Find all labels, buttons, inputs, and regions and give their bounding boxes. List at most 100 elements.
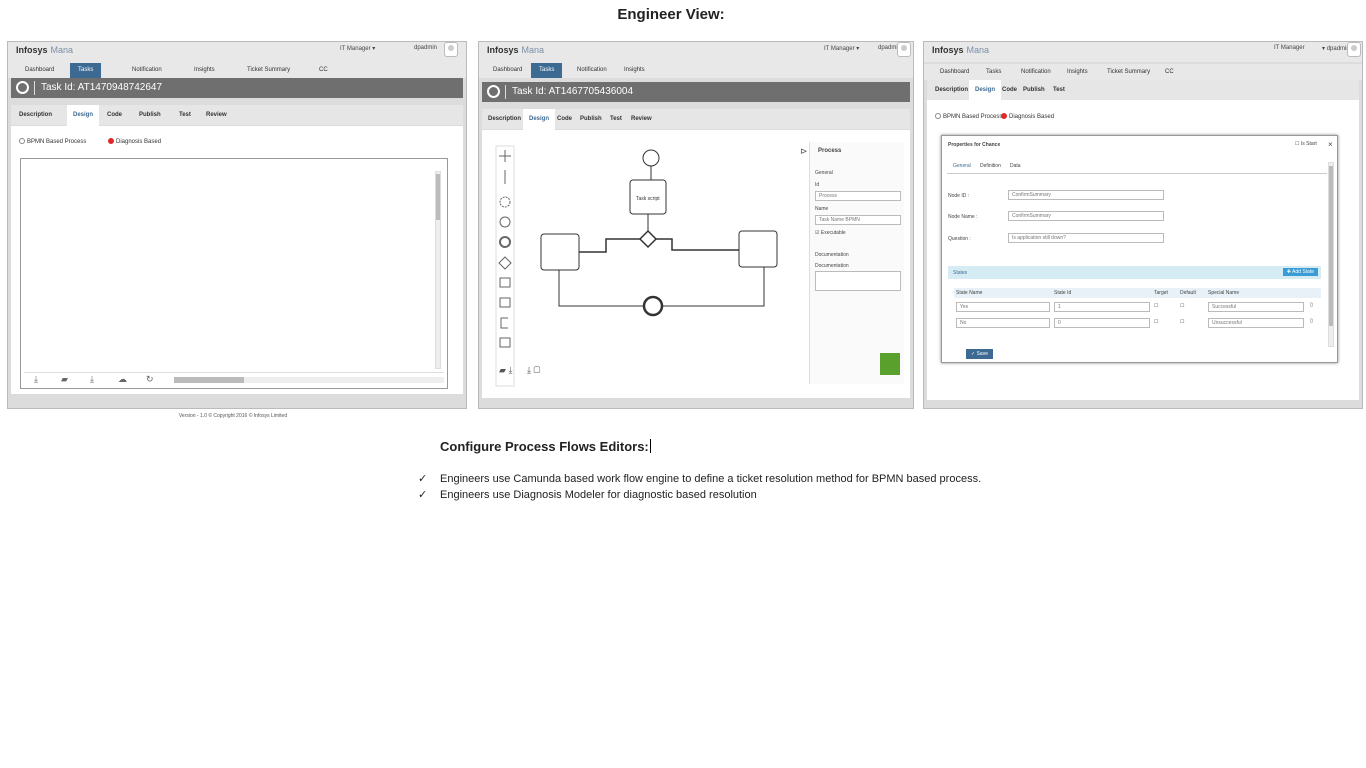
- editor-toolbar: ⤓ ▰ ⤓ ☁ ↻: [24, 372, 444, 386]
- add-state-button[interactable]: ✚ Add State: [1282, 268, 1318, 276]
- nav-tasks[interactable]: Tasks: [531, 63, 563, 78]
- id-field[interactable]: Process: [815, 191, 901, 201]
- radio-diagnosis[interactable]: Diagnosis Based: [108, 138, 161, 145]
- special-name-field[interactable]: Successful: [1208, 302, 1304, 312]
- nav-insights[interactable]: Insights: [624, 67, 645, 73]
- refresh-icon[interactable]: ↻: [146, 374, 154, 385]
- nav-cc[interactable]: CC: [319, 67, 328, 73]
- nav-notification[interactable]: Notification: [1021, 69, 1051, 75]
- nav-cc[interactable]: CC: [1165, 69, 1174, 75]
- folder-open-icon[interactable]: ▰: [499, 365, 506, 375]
- brand: Infosys Mana: [16, 45, 73, 55]
- name-field[interactable]: Task Name BPMN: [815, 215, 901, 225]
- horizontal-scrollbar[interactable]: [174, 377, 444, 383]
- target-checkbox[interactable]: ☐: [1154, 319, 1158, 325]
- check-icon: ✓: [418, 489, 428, 501]
- nav-dashboard[interactable]: Dashboard: [25, 67, 54, 73]
- screenshot-bpmn-editor: Infosys Mana IT Manager ▾ dpadmin Dashboa…: [478, 41, 914, 409]
- tab-test[interactable]: Test: [179, 112, 191, 118]
- target-checkbox[interactable]: ☐: [1154, 303, 1158, 309]
- is-start-checkbox[interactable]: ☐ Is Start: [1295, 141, 1317, 147]
- diagnosis-editor-canvas[interactable]: ⤓ ▰ ⤓ ☁ ↻: [20, 158, 448, 389]
- tab-code[interactable]: Code: [107, 112, 122, 118]
- role-select[interactable]: IT Manager: [1274, 45, 1305, 51]
- task-header: Task Id: AT1467705436004: [482, 82, 910, 102]
- nav-insights[interactable]: Insights: [1067, 69, 1088, 75]
- nav-tasks[interactable]: Tasks: [70, 63, 102, 78]
- task-script-label: Task script: [636, 196, 660, 202]
- radio-bpmn[interactable]: BPMN Based Process: [19, 138, 86, 145]
- role-select[interactable]: IT Manager ▾: [340, 45, 375, 52]
- nav-dashboard[interactable]: Dashboard: [493, 67, 522, 73]
- node-id-field[interactable]: ConfirmSummary: [1008, 190, 1164, 200]
- download-icon[interactable]: ⤓: [527, 365, 531, 375]
- avatar[interactable]: [897, 42, 911, 57]
- radio-bpmn[interactable]: BPMN Based Process: [935, 113, 1002, 120]
- footer-copyright: Version - 1.0 © Copyright 2016 © Infosys…: [178, 413, 288, 419]
- states-table-header: State Name State Id Target Default Speci…: [954, 288, 1321, 298]
- tab-code[interactable]: Code: [1002, 87, 1017, 93]
- nav-notification[interactable]: Notification: [577, 67, 607, 73]
- vertical-scrollbar[interactable]: [435, 171, 441, 369]
- tab-test[interactable]: Test: [610, 116, 622, 122]
- properties-panel: ⊳ Process General Id Process Name Task N…: [800, 142, 904, 384]
- avatar[interactable]: [444, 42, 458, 57]
- modal-scrollbar[interactable]: [1328, 162, 1334, 347]
- brand: Infosys Mana: [487, 45, 544, 55]
- nav-ticket-summary[interactable]: Ticket Summary: [1107, 69, 1150, 75]
- tab-review[interactable]: Review: [631, 116, 652, 122]
- special-name-field[interactable]: Unsuccessful: [1208, 318, 1304, 328]
- table-row: Yes 1 ☐ ☐ Successful ▯: [954, 302, 1321, 314]
- state-name-field[interactable]: Yes: [956, 302, 1050, 312]
- nav-insights[interactable]: Insights: [194, 67, 215, 73]
- list-item: ✓ Engineers use Camunda based work flow e…: [418, 473, 982, 485]
- nav-notification[interactable]: Notification: [132, 67, 162, 73]
- nav-dashboard[interactable]: Dashboard: [940, 69, 969, 75]
- image-icon[interactable]: ▢: [533, 365, 540, 375]
- save-icon[interactable]: ⤓: [90, 374, 94, 385]
- avatar[interactable]: [1347, 42, 1361, 57]
- state-id-field[interactable]: 1: [1054, 302, 1150, 312]
- tab-design[interactable]: Design: [523, 109, 556, 130]
- modal-tab-definition[interactable]: Definition: [980, 163, 1001, 169]
- modal-tab-general[interactable]: General: [953, 163, 971, 169]
- pin-icon[interactable]: ⊳: [800, 146, 808, 157]
- upload-icon[interactable]: ☁: [118, 374, 127, 385]
- delete-row-icon[interactable]: ▯: [1310, 318, 1313, 324]
- tab-publish[interactable]: Publish: [139, 112, 161, 118]
- export-icon[interactable]: ⤓: [508, 365, 512, 375]
- tab-test[interactable]: Test: [1053, 87, 1065, 93]
- role-select[interactable]: IT Manager ▾: [824, 45, 859, 52]
- delete-row-icon[interactable]: ▯: [1310, 302, 1313, 308]
- tab-design[interactable]: Design: [969, 80, 1002, 101]
- tab-code[interactable]: Code: [557, 116, 572, 122]
- documentation-textarea[interactable]: [815, 271, 901, 291]
- tab-description[interactable]: Description: [935, 87, 968, 93]
- radio-diagnosis[interactable]: Diagnosis Based: [1001, 113, 1054, 120]
- close-icon[interactable]: ×: [1328, 140, 1333, 149]
- node-name-field[interactable]: ConfirmSummary: [1008, 211, 1164, 221]
- tab-description[interactable]: Description: [488, 116, 521, 122]
- save-button[interactable]: ✓ Save: [966, 349, 993, 359]
- nav-tasks[interactable]: Tasks: [986, 69, 1001, 75]
- node-name-label: Node Name :: [948, 214, 978, 220]
- nav-ticket-summary[interactable]: Ticket Summary: [247, 67, 290, 73]
- tab-publish[interactable]: Publish: [580, 116, 602, 122]
- user-menu[interactable]: ▾ dpadmin: [1322, 45, 1350, 52]
- modal-tab-data[interactable]: Data: [1010, 163, 1021, 169]
- download-icon[interactable]: ⤓: [34, 374, 38, 385]
- user-menu[interactable]: dpadmin: [414, 45, 437, 51]
- question-field[interactable]: Is application still down?: [1008, 233, 1164, 243]
- executable-checkbox[interactable]: ☑ Executable: [815, 230, 846, 236]
- tab-review[interactable]: Review: [206, 112, 227, 118]
- tab-publish[interactable]: Publish: [1023, 87, 1045, 93]
- default-checkbox[interactable]: ☐: [1180, 319, 1184, 325]
- state-name-field[interactable]: No: [956, 318, 1050, 328]
- folder-open-icon[interactable]: ▰: [61, 374, 68, 385]
- node-id-label: Node ID :: [948, 193, 970, 199]
- tab-design[interactable]: Design: [67, 105, 100, 126]
- default-checkbox[interactable]: ☐: [1180, 303, 1184, 309]
- state-id-field[interactable]: 0: [1054, 318, 1150, 328]
- tab-description[interactable]: Description: [19, 112, 52, 118]
- radio-icon: [935, 113, 941, 119]
